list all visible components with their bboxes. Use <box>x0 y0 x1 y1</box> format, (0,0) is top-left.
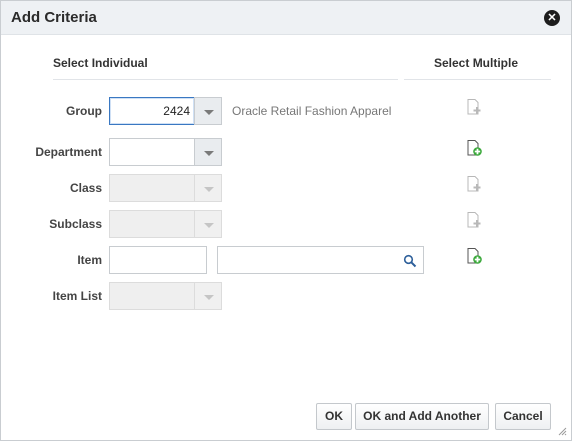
section-select-individual: Select Individual <box>53 56 148 70</box>
department-dropdown-button[interactable] <box>194 138 222 166</box>
group-value: 2424 <box>163 104 190 118</box>
resize-grip-icon[interactable] <box>558 427 567 436</box>
chevron-down-icon <box>204 187 214 192</box>
class-dropdown-button <box>194 174 222 202</box>
group-input[interactable]: 2424 <box>109 97 195 125</box>
chevron-down-icon <box>204 223 214 228</box>
department-label: Department <box>35 145 102 159</box>
subclass-input <box>109 210 195 238</box>
section-divider-multiple <box>404 79 551 80</box>
class-input <box>109 174 195 202</box>
item-input[interactable] <box>109 246 207 274</box>
department-input[interactable] <box>109 138 195 166</box>
search-icon[interactable] <box>403 254 417 268</box>
section-divider-individual <box>53 79 398 80</box>
chevron-down-icon <box>204 295 214 300</box>
group-label: Group <box>66 104 102 118</box>
item-list-dropdown-button <box>194 282 222 310</box>
subclass-label: Subclass <box>49 217 102 231</box>
chevron-down-icon <box>204 151 214 156</box>
subclass-dropdown-button <box>194 210 222 238</box>
group-dropdown-button[interactable] <box>194 97 222 125</box>
add-multiple-department-icon[interactable] <box>465 139 483 157</box>
section-select-multiple: Select Multiple <box>434 56 519 70</box>
item-list-label: Item List <box>52 289 102 303</box>
ok-and-add-another-button[interactable]: OK and Add Another <box>355 403 489 430</box>
add-multiple-class-icon <box>467 176 481 192</box>
ok-button[interactable]: OK <box>316 403 352 430</box>
item-list-input <box>109 282 195 310</box>
add-multiple-item-icon[interactable] <box>465 247 483 265</box>
dialog-title: Add Criteria <box>11 9 97 26</box>
add-criteria-dialog: Add Criteria ✕ Select Individual Select … <box>0 0 572 441</box>
class-label: Class <box>69 181 102 195</box>
cancel-button[interactable]: Cancel <box>495 403 551 430</box>
item-description-search-input[interactable] <box>217 246 424 274</box>
chevron-down-icon <box>204 110 214 115</box>
item-label: Item <box>77 253 102 267</box>
dialog-titlebar: Add Criteria ✕ <box>1 1 571 35</box>
close-icon[interactable]: ✕ <box>544 10 560 26</box>
add-multiple-group-icon <box>467 99 481 115</box>
add-multiple-subclass-icon <box>467 212 481 228</box>
group-description: Oracle Retail Fashion Apparel <box>232 104 392 118</box>
